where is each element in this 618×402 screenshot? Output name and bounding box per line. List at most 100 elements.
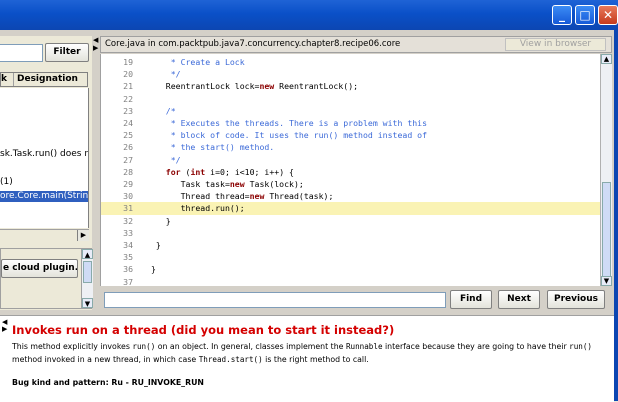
line-text: Task task=new Task(lock); [151,178,304,190]
keyword: new [259,81,275,92]
line-number: 27 [123,154,133,165]
code-text: i=0; i<10; i++) { [205,166,294,177]
keyword: new [229,179,245,189]
code-line[interactable]: 26 * the start() method. [101,141,601,153]
line-text: thread.run(); [151,202,245,214]
code-line[interactable]: 22 [101,93,601,105]
column-header-k[interactable]: k [1,73,11,86]
code-text: Thread thread= [151,191,250,202]
line-text: * Executes the threads. There is a probl… [151,117,427,129]
find-bar: Find Next Previous [100,290,612,310]
close-button[interactable]: ✕ [598,5,618,25]
line-number: 31 [123,203,133,214]
scroll-up-icon[interactable]: ▲ [82,249,93,259]
code-line[interactable]: 20 */ [101,68,601,80]
scroll-up-icon[interactable]: ▲ [601,54,612,64]
code-snippet: Runnable [345,342,383,351]
code-text: ( [180,166,191,177]
line-text: } [151,215,171,227]
bug-description: This method explicitly invokes run() on … [12,340,607,366]
line-number: 24 [123,118,133,128]
keyword: for [165,166,181,177]
plugin-panel: e cloud plugin... ▲ ▼ [0,248,93,309]
code-line[interactable]: 21 ReentrantLock lock=new ReentrantLock(… [101,80,601,92]
code-vertical-scrollbar[interactable]: ▲ ▼ [600,54,612,286]
tree-row-core-main[interactable]: ore.Core.main(String[]) e [0,191,88,202]
code-line[interactable]: 31 thread.run(); [101,202,601,215]
code-line[interactable]: 19 * Create a Lock [101,56,601,68]
editor-header: Core.java in com.packtpub.java7.concurre… [100,36,612,53]
tree-horizontal-scrollbar[interactable]: ▶ [0,229,89,241]
desc-text: on an object. In general, classes implem… [155,342,346,351]
scroll-right-icon[interactable]: ▶ [77,230,89,241]
line-number: 33 [123,227,133,238]
code-line[interactable]: 34 } [101,239,601,251]
code-snippet: run() [569,342,592,351]
line-number: 20 [123,69,133,80]
line-number: 36 [123,264,133,275]
code-text: thread.run(); [151,203,245,214]
line-number: 21 [123,81,133,92]
comment: */ [151,69,181,80]
line-text: /* [151,105,176,117]
code-line[interactable]: 23 /* [101,105,601,117]
line-number: 25 [123,130,133,141]
panel-splitter-icon[interactable]: ◀ ▶ [2,319,7,333]
source-code-view[interactable]: 19 * Create a Lock 20 */21 ReentrantLock … [100,54,601,286]
plugin-scrollbar[interactable]: ▲ ▼ [81,249,93,308]
find-input[interactable] [104,292,446,308]
code-line[interactable]: 24 * Executes the threads. There is a pr… [101,117,601,129]
comment: * Executes the threads. There is a probl… [151,118,428,128]
code-line[interactable]: 37 [101,276,601,286]
scroll-down-icon[interactable]: ▼ [82,298,93,308]
column-header-designation[interactable]: Designation [13,73,78,86]
tree-row-task-run[interactable]: sk.Task.run() does not r [0,149,88,160]
line-text: * Create a Lock [151,56,245,68]
cloud-plugin-button[interactable]: e cloud plugin... [1,259,78,278]
filter-button[interactable]: Filter [45,43,89,62]
code-line[interactable]: 30 Thread thread=new Thread(task); [101,190,601,202]
code-line[interactable]: 33 [101,227,601,239]
view-in-browser-button[interactable]: View in browser [505,38,606,51]
minimize-button[interactable]: _ [552,5,572,25]
line-number: 22 [123,93,133,104]
line-number: 23 [123,105,133,116]
line-text: */ [151,154,181,166]
code-line[interactable]: 28 for (int i=0; i<10; i++) { [101,166,601,178]
desc-text: method invoked in a new thread, in which… [12,355,199,364]
bug-details-panel: ◀ ▶ Invokes run on a thread (did you mean… [0,315,614,402]
code-text: } [151,215,171,226]
line-number: 19 [123,57,133,67]
previous-button[interactable]: Previous [547,290,605,309]
code-line[interactable]: 32 } [101,215,601,227]
code-line[interactable]: 29 Task task=new Task(lock); [101,178,601,190]
code-line[interactable]: 27 */ [101,154,601,166]
code-text: ReentrantLock(); [274,81,359,92]
code-snippet: run() [132,342,156,351]
filter-input[interactable] [0,44,43,62]
keyword: new [249,191,265,202]
line-text: */ [151,68,181,80]
code-line[interactable]: 36} [101,263,601,275]
line-number: 26 [123,142,133,153]
code-text: } [151,264,156,275]
comment: * the start() method. [151,142,275,153]
line-number: 32 [123,215,133,226]
line-text: ReentrantLock lock=new ReentrantLock(); [151,80,358,92]
tree-row-count[interactable]: (1) [0,177,13,188]
scroll-thumb[interactable] [83,261,92,283]
bug-table-header: k Designation [0,72,88,87]
comment: */ [151,154,181,165]
scroll-down-icon[interactable]: ▼ [601,276,612,286]
scroll-thumb[interactable] [602,182,611,279]
splitter-collapse-icon[interactable]: ◀ ▶ [93,36,99,56]
code-text: ReentrantLock lock= [151,81,260,92]
window-border [614,30,618,401]
desc-text: This method explicitly invokes [12,342,133,351]
next-button[interactable]: Next [498,290,540,309]
bug-pattern: Bug kind and pattern: Ru - RU_INVOKE_RUN [12,378,204,387]
find-button[interactable]: Find [450,290,492,309]
code-line[interactable]: 35 [101,251,601,263]
code-line[interactable]: 25 * block of code. It uses the run() me… [101,129,601,141]
maximize-button[interactable]: □ [575,5,595,25]
